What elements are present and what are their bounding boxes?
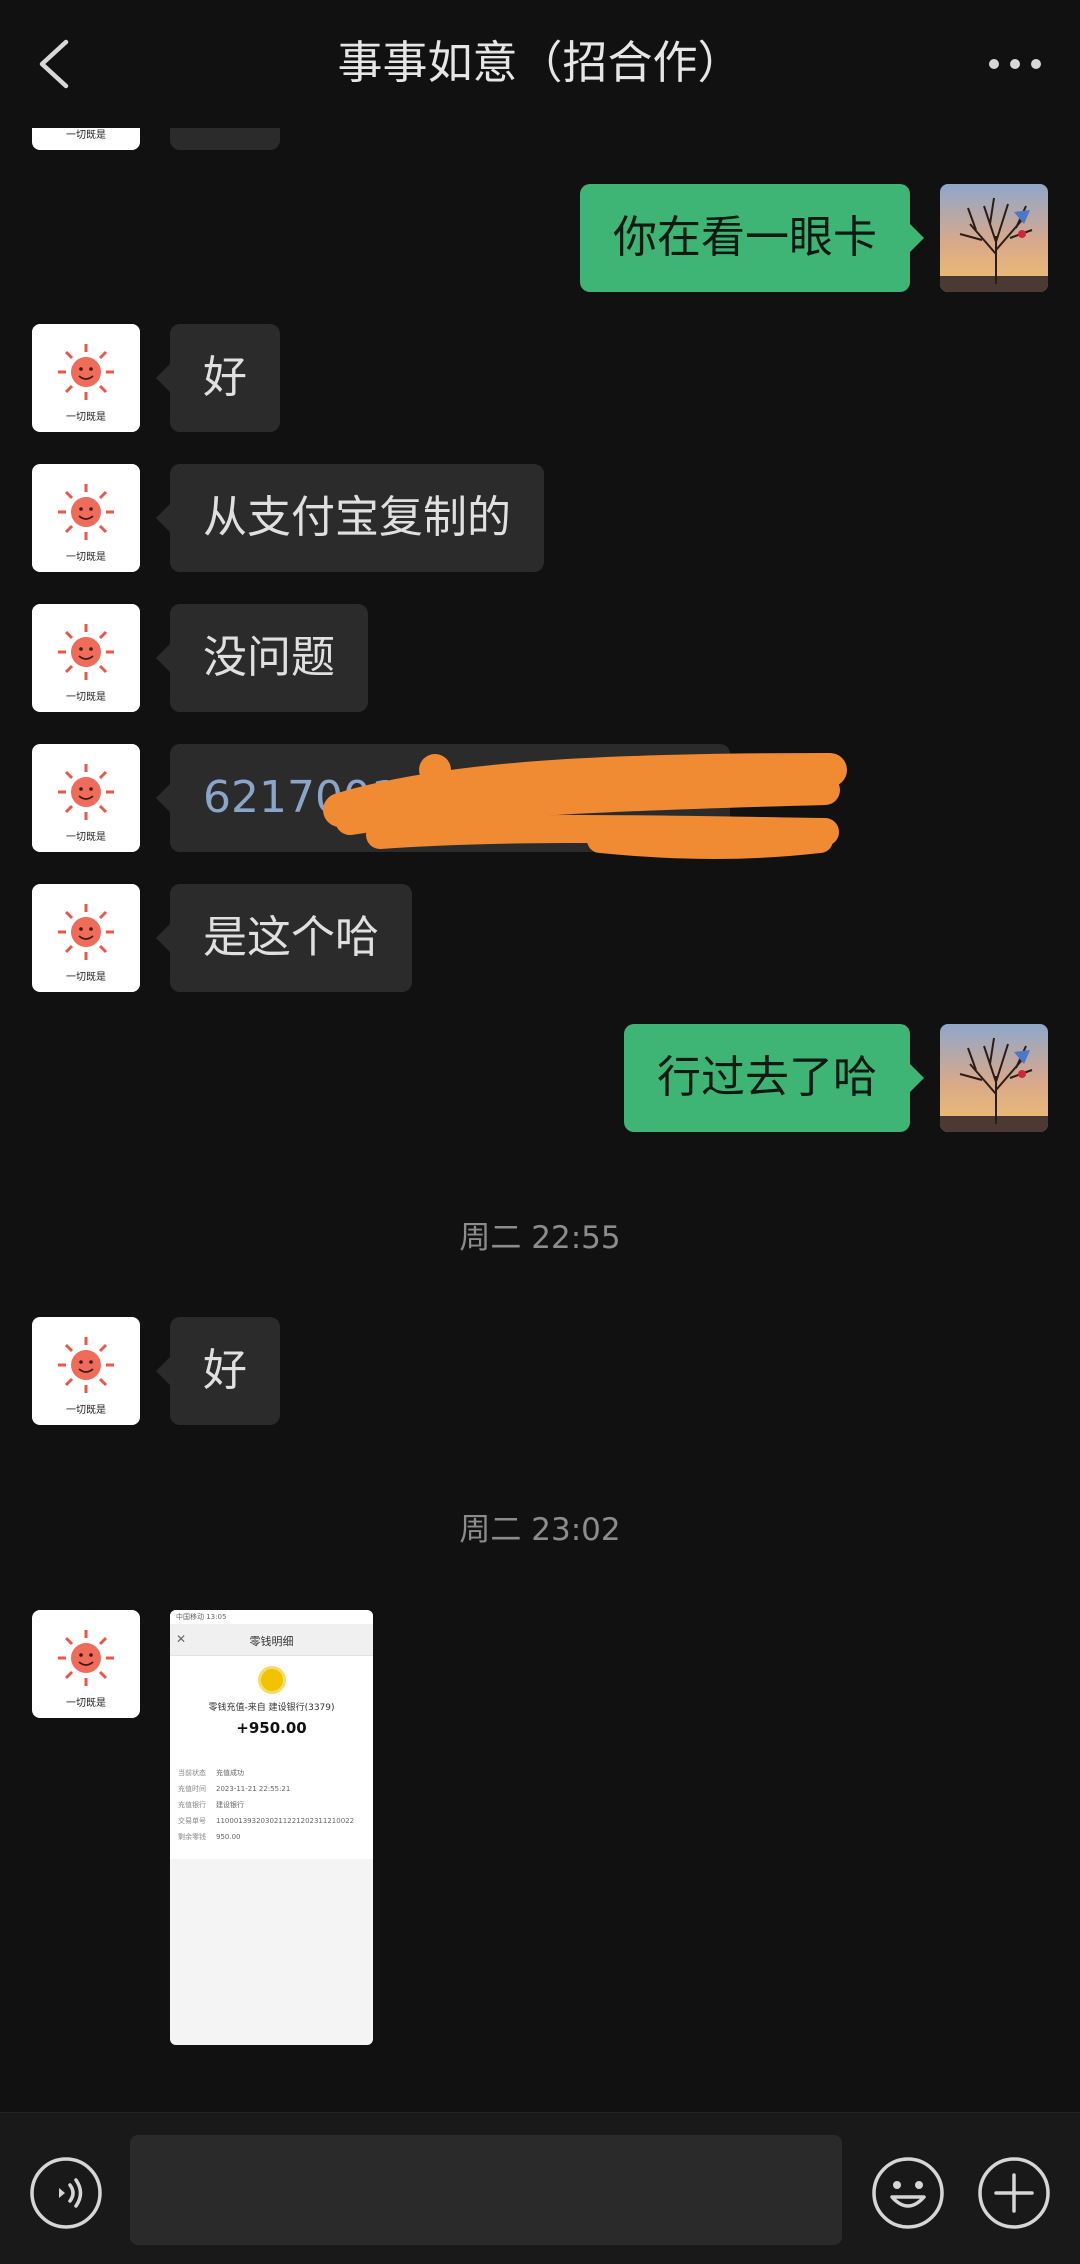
- svg-text:一切既是: 一切既是: [66, 411, 106, 423]
- tree-sunset-avatar-icon: [940, 184, 1048, 292]
- message-bubble-incoming[interactable]: 好: [156, 324, 280, 432]
- detail-value: 2023-11-21 22:55:21: [216, 1785, 291, 1793]
- message-bubble-incoming[interactable]: 从支付宝复制的: [156, 464, 544, 572]
- coin-icon: [257, 1666, 286, 1694]
- redaction-scribble: [323, 753, 847, 859]
- contact-avatar[interactable]: 一切既是: [32, 884, 140, 992]
- detail-row: 当前状态 充值成功: [178, 1765, 365, 1781]
- contact-avatar[interactable]: 一切既是: [32, 1610, 140, 1718]
- sun-avatar-icon: 一切既是: [58, 764, 114, 843]
- voice-icon: [30, 2157, 102, 2229]
- image-from-text: 零钱充值-来自 建设银行(3379): [208, 1703, 335, 1713]
- svg-text:一切既是: 一切既是: [66, 1404, 106, 1416]
- detail-key: 充值银行: [178, 1801, 206, 1809]
- image-detail-card: 零钱充值-来自 建设银行(3379) +950.00 当前状态 充值成功 充值时间…: [170, 1656, 373, 1859]
- image-amount: +950.00: [236, 1719, 307, 1737]
- contact-avatar[interactable]: 一切既是: [32, 604, 140, 712]
- sun-avatar-icon: 一切既是: [58, 344, 114, 423]
- sun-avatar-icon: 一切既是: [58, 624, 114, 703]
- contact-avatar[interactable]: 一切既是: [32, 464, 140, 572]
- contact-avatar[interactable]: 一切既是: [32, 1317, 140, 1425]
- contact-avatar[interactable]: 一切既是: [32, 324, 140, 432]
- message-timestamp: 周二 22:55: [459, 1220, 621, 1256]
- back-button[interactable]: [28, 34, 84, 94]
- detail-key: 剩余零钱: [178, 1833, 206, 1841]
- my-avatar[interactable]: [940, 184, 1048, 292]
- message-bubble-incoming[interactable]: 是这个哈: [156, 884, 412, 992]
- image-title-bar: ✕ 零钱明细: [170, 1624, 373, 1656]
- svg-text:一切既是: 一切既是: [66, 691, 106, 703]
- detail-row: 充值时间 2023-11-21 22:55:21: [178, 1781, 365, 1797]
- emoji-button[interactable]: [870, 2155, 946, 2231]
- sun-avatar-icon: 一切既是: [58, 1630, 114, 1709]
- sun-avatar-icon: 一切既是: [58, 904, 114, 983]
- message-bubble-outgoing[interactable]: 行过去了哈: [624, 1024, 924, 1132]
- detail-key: 交易单号: [178, 1817, 206, 1825]
- more-dots-icon: [989, 59, 1041, 69]
- detail-value: 建设银行: [216, 1801, 244, 1809]
- voice-input-button[interactable]: [28, 2155, 104, 2231]
- image-detail-list: 当前状态 充值成功 充值时间 2023-11-21 22:55:21 充值银行 建设银…: [178, 1765, 365, 1845]
- image-status-bar: 中国移动 13:05: [170, 1610, 373, 1624]
- top-bar-overlay: 事事如意（招合作）: [0, 0, 1080, 128]
- message-input[interactable]: [130, 2135, 842, 2245]
- message-bubble-incoming[interactable]: 好: [156, 1317, 280, 1425]
- svg-text:一切既是: 一切既是: [66, 129, 106, 141]
- my-avatar[interactable]: [940, 1024, 1048, 1132]
- detail-key: 当前状态: [178, 1769, 206, 1777]
- chat-title: 事事如意（招合作）: [337, 36, 743, 89]
- message-bubble-outgoing[interactable]: 你在看一眼卡: [580, 184, 924, 292]
- tree-sunset-avatar-icon: [940, 1024, 1048, 1132]
- detail-value: 950.00: [216, 1833, 241, 1841]
- detail-row: 剩余零钱 950.00: [178, 1829, 365, 1845]
- image-page-title: 零钱明细: [249, 1635, 294, 1648]
- svg-text:一切既是: 一切既是: [66, 551, 106, 563]
- detail-value: 充值成功: [216, 1769, 244, 1777]
- contact-avatar[interactable]: 一切既是: [32, 744, 140, 852]
- message-timestamp: 周二 23:02: [459, 1512, 621, 1548]
- svg-text:一切既是: 一切既是: [66, 971, 106, 983]
- message-bubble-incoming[interactable]: 没问题: [156, 604, 368, 712]
- chevron-left-icon: [39, 39, 69, 89]
- sun-avatar-icon: 一切既是: [58, 484, 114, 563]
- image-message-screenshot[interactable]: 中国移动 13:05 ✕ 零钱明细 零钱充值-来自 建设银行(3379) +95…: [170, 1610, 373, 2045]
- more-options-button[interactable]: [980, 44, 1050, 84]
- sun-avatar-icon: 一切既是: [58, 1337, 114, 1416]
- detail-row: 充值银行 建设银行: [178, 1797, 365, 1813]
- more-functions-button[interactable]: [976, 2155, 1052, 2231]
- svg-text:一切既是: 一切既是: [66, 1697, 106, 1709]
- detail-value: 1100013932030211221202311210022: [216, 1817, 355, 1825]
- plus-icon: [978, 2157, 1050, 2229]
- detail-key: 充值时间: [178, 1785, 206, 1793]
- svg-text:一切既是: 一切既是: [66, 831, 106, 843]
- chat-history[interactable]: 一切既是 你在看一眼卡 一切既是 好 一切既是 从支付宝复制的 一切既是 没问题…: [0, 0, 1080, 2110]
- smiley-icon: [872, 2157, 944, 2229]
- input-bar: [0, 2112, 1080, 2264]
- detail-row: 交易单号 1100013932030211221202311210022: [178, 1813, 365, 1829]
